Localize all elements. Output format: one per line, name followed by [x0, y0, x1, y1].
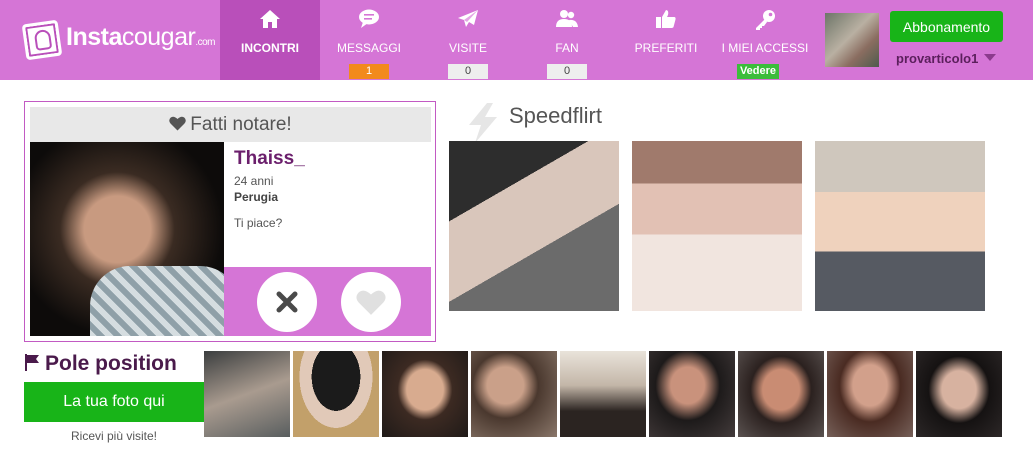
nav-item-accessi[interactable]: I MIEI ACCESSI Vedere: [715, 0, 815, 80]
subscribe-button[interactable]: Abbonamento: [890, 11, 1003, 42]
logo[interactable]: Instacougar.com: [21, 19, 215, 61]
caret-down-icon: [984, 54, 997, 61]
speedflirt-photo[interactable]: [815, 141, 985, 311]
like-button[interactable]: [341, 272, 401, 332]
nav-item-label: I MIEI ACCESSI: [721, 41, 809, 55]
featured-card-header: Fatti notare!: [30, 107, 431, 142]
nav-item-visite[interactable]: VISITE 0: [418, 0, 518, 80]
pole-position-thumbnail[interactable]: [204, 351, 290, 437]
pole-position-thumbnail[interactable]: [382, 351, 468, 437]
your-photo-here-button[interactable]: La tua foto qui: [24, 382, 204, 422]
like-question: Ti piace?: [234, 216, 283, 230]
featured-profile-card: Fatti notare! Thaiss_ 24 anni Perugia Ti…: [24, 101, 436, 342]
featured-profile-info: Thaiss_ 24 anni Perugia Ti piace?: [234, 148, 424, 230]
chat-bubble-icon: [319, 9, 419, 31]
speedflirt-photo[interactable]: [632, 141, 802, 311]
thumbs-up-icon: [616, 9, 716, 31]
pole-position-thumbnail[interactable]: [471, 351, 557, 437]
pole-position-thumbnail[interactable]: [916, 351, 1002, 437]
featured-profile-photo[interactable]: [30, 142, 224, 336]
nav-item-messaggi[interactable]: MESSAGGI 1: [319, 0, 419, 80]
featured-profile-name[interactable]: Thaiss_: [234, 148, 424, 170]
pole-position-thumbnail[interactable]: [827, 351, 913, 437]
featured-profile-age: 24 anni: [234, 174, 274, 188]
top-nav: Instacougar.com INCONTRI MESSAGGI 1 VISI…: [0, 0, 1033, 80]
pole-position-thumbnail[interactable]: [293, 351, 379, 437]
pole-position-title: Pole position: [24, 352, 177, 376]
key-icon: [715, 9, 815, 31]
speedflirt-photo[interactable]: [449, 141, 619, 311]
users-icon: [517, 9, 617, 31]
paper-plane-icon: [418, 9, 518, 31]
flag-icon: [25, 354, 39, 371]
username: provarticolo1: [896, 51, 979, 66]
user-avatar[interactable]: [825, 13, 879, 67]
vote-actions: [224, 267, 431, 336]
dislike-button[interactable]: [257, 272, 317, 332]
heart-icon: [356, 290, 386, 315]
featured-profile-city: Perugia: [234, 190, 279, 204]
nav-item-incontri[interactable]: INCONTRI: [220, 0, 320, 80]
lightning-icon: [469, 103, 497, 143]
pole-position-thumbnail[interactable]: [560, 351, 646, 437]
close-icon: [276, 291, 298, 313]
visits-count-badge: 0: [448, 64, 488, 79]
heart-icon: [169, 116, 187, 131]
user-menu[interactable]: provarticolo1: [896, 51, 997, 66]
logo-badge-icon: [21, 19, 63, 61]
view-accesses-badge[interactable]: Vedere: [737, 64, 779, 79]
logo-text: Instacougar.com: [66, 23, 215, 51]
nav-item-preferiti[interactable]: PREFERITI: [616, 0, 716, 80]
messages-count-badge: 1: [349, 64, 389, 79]
speedflirt-title: Speedflirt: [509, 103, 602, 128]
nav-item-fan[interactable]: FAN 0: [517, 0, 617, 80]
pole-position-thumbnail[interactable]: [738, 351, 824, 437]
featured-card-title: Fatti notare!: [190, 114, 292, 135]
home-icon: [220, 9, 320, 31]
pole-position-hint: Ricevi più visite!: [70, 429, 158, 443]
pole-position-thumbnail[interactable]: [649, 351, 735, 437]
fans-count-badge: 0: [547, 64, 587, 79]
